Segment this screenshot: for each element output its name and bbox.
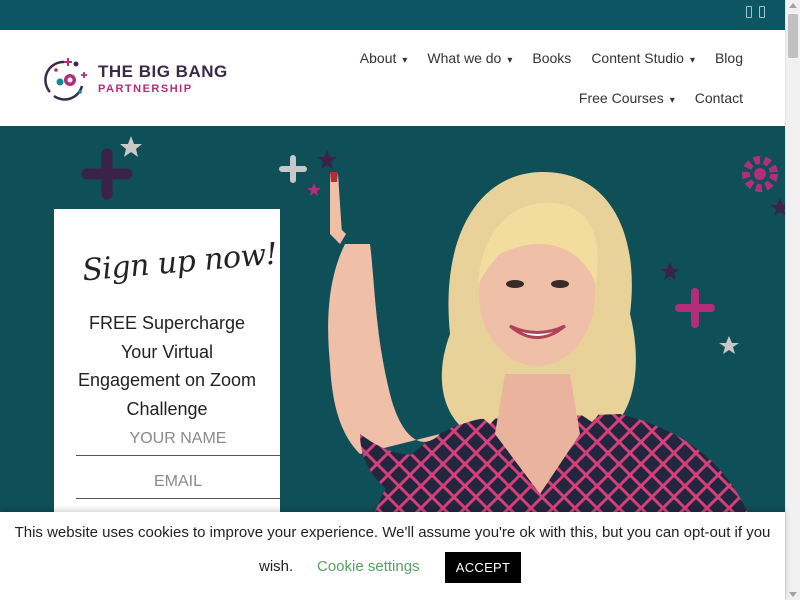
nav-content-studio[interactable]: Content Studio ▾ <box>591 50 695 66</box>
main-nav-row-1: About ▾ What we do ▾ Books Content Studio ▾… <box>360 50 743 66</box>
nav-what-we-do[interactable]: What we do ▾ <box>427 50 512 66</box>
nav-books[interactable]: Books <box>532 50 571 66</box>
nav-blog-label: Blog <box>714 50 743 66</box>
nav-contact[interactable]: Contact <box>695 90 743 106</box>
cookie-message: This website uses cookies to improve you… <box>14 524 771 541</box>
chevron-down-icon: ▾ <box>669 95 675 106</box>
accept-cookies-button[interactable]: ACCEPT <box>445 552 521 583</box>
nav-about-label: About <box>359 50 397 66</box>
signup-card: Sign up now! FREE Supercharge Your Virtu… <box>54 209 280 529</box>
signup-script-title: Sign up now! <box>80 236 279 289</box>
vertical-scrollbar[interactable] <box>785 0 800 600</box>
nav-content-studio-label: Content Studio <box>591 50 684 66</box>
logo-subtitle: PARTNERSHIP <box>98 82 193 95</box>
chevron-down-icon: ▾ <box>507 55 513 66</box>
nav-what-we-do-label: What we do <box>427 50 502 66</box>
nav-free-courses[interactable]: Free Courses ▾ <box>579 90 675 106</box>
signup-description: FREE Supercharge Your Virtual Engagement… <box>77 313 257 419</box>
nav-about[interactable]: About ▾ <box>360 50 408 66</box>
chevron-down-icon: ▾ <box>402 55 408 66</box>
cookie-message-end: wish. <box>259 558 294 575</box>
email-input[interactable] <box>76 465 280 499</box>
scrollbar-thumb[interactable] <box>788 14 798 58</box>
nav-books-label: Books <box>532 50 572 66</box>
big-bang-logo-icon <box>44 58 87 101</box>
scroll-down-arrow-icon[interactable] <box>789 592 797 597</box>
name-input[interactable] <box>76 422 280 456</box>
site-logo[interactable]: THE BIG BANG PARTNERSHIP <box>40 52 228 104</box>
linkedin-icon[interactable] <box>759 6 765 18</box>
cookie-settings-link[interactable]: Cookie settings <box>317 558 420 575</box>
main-nav-row-2: Free Courses ▾ Contact <box>579 90 743 106</box>
nav-contact-label: Contact <box>694 90 743 106</box>
social-links <box>746 6 765 18</box>
site-header: THE BIG BANG PARTNERSHIP About ▾ What we … <box>0 30 785 126</box>
chevron-down-icon: ▾ <box>689 55 695 66</box>
nav-blog[interactable]: Blog <box>715 50 743 66</box>
nav-free-courses-label: Free Courses <box>578 90 664 106</box>
logo-title: THE BIG BANG <box>98 61 228 81</box>
cookie-banner: This website uses cookies to improve you… <box>0 512 785 600</box>
facebook-icon[interactable] <box>746 6 752 18</box>
logo-text: THE BIG BANG PARTNERSHIP <box>98 62 228 95</box>
top-bar <box>0 0 785 30</box>
scroll-up-arrow-icon[interactable] <box>789 3 797 8</box>
